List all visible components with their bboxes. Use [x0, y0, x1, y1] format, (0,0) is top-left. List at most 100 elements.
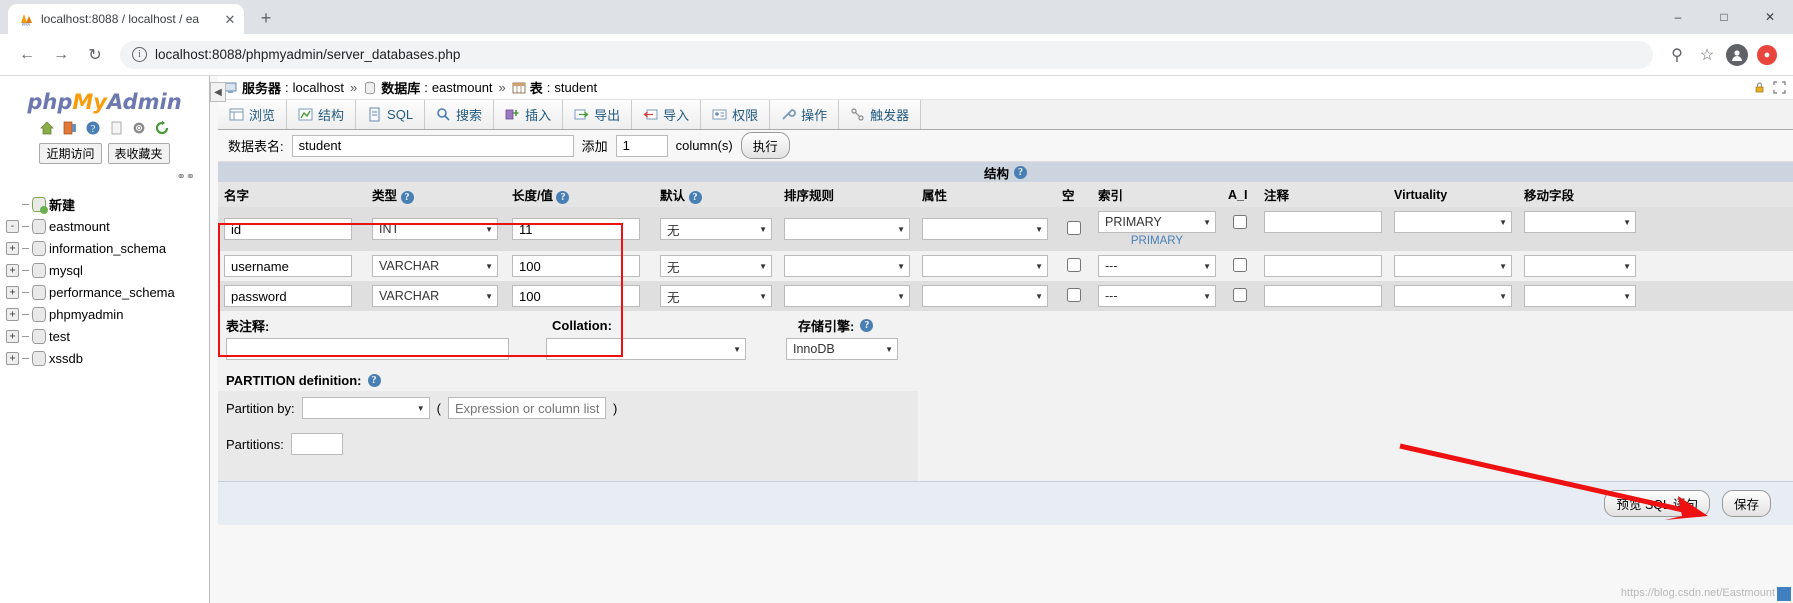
help-icon[interactable]: ? — [688, 191, 702, 204]
column-auto-increment-checkbox[interactable] — [1233, 215, 1247, 229]
storage-engine-select[interactable]: InnoDB ▼ — [786, 338, 898, 360]
column-comment-input[interactable] — [1264, 255, 1382, 277]
expand-expander-icon[interactable]: + — [6, 307, 19, 321]
expand-expander-icon[interactable]: + — [6, 241, 19, 255]
logout-icon[interactable] — [62, 120, 78, 136]
tab-insert[interactable]: 插入 — [494, 100, 564, 129]
reload-icon[interactable] — [154, 120, 170, 136]
column-name-input[interactable] — [224, 255, 352, 277]
column-comment-input[interactable] — [1264, 285, 1382, 307]
column-null-checkbox[interactable] — [1067, 257, 1081, 272]
move-column-select[interactable]: ▼ — [1524, 255, 1636, 277]
column-attributes-select[interactable]: ▼ — [922, 285, 1048, 307]
settings-icon[interactable] — [131, 120, 147, 136]
new-tab-button[interactable]: + — [252, 4, 280, 32]
back-arrow-icon[interactable]: ← — [12, 40, 42, 70]
column-length-input[interactable] — [512, 218, 640, 240]
breadcrumb-table-value[interactable]: student — [554, 80, 597, 95]
db-tree-item-new[interactable]: 新建 — [6, 193, 209, 215]
db-tree-item-information-schema[interactable]: + information_schema — [6, 237, 209, 259]
fullscreen-icon[interactable] — [1773, 80, 1787, 95]
extension-icon[interactable]: ● — [1753, 40, 1781, 70]
db-tree-item-phpmyadmin[interactable]: + phpmyadmin — [6, 303, 209, 325]
column-name-input[interactable] — [224, 218, 352, 240]
preview-sql-button[interactable]: 预览 SQL 语句 — [1604, 490, 1710, 517]
recent-tables-chip[interactable]: 近期访问 — [39, 143, 102, 164]
tab-browse[interactable]: 浏览 — [218, 100, 288, 129]
breadcrumb-database-value[interactable]: eastmount — [432, 80, 493, 95]
help-icon[interactable]: ? — [860, 319, 874, 332]
move-column-select[interactable]: ▼ — [1524, 285, 1636, 307]
db-tree-item-test[interactable]: + test — [6, 325, 209, 347]
info-circle-icon[interactable]: i — [132, 47, 147, 62]
column-index-select[interactable]: PRIMARY ▼ — [1098, 211, 1216, 233]
lock-icon[interactable] — [1753, 81, 1767, 95]
column-default-select[interactable]: 无 ▼ — [660, 218, 772, 240]
collapse-arrow-icon[interactable]: ◀ — [210, 82, 226, 102]
db-tree-item-eastmount[interactable]: - eastmount — [6, 215, 209, 237]
table-name-input[interactable] — [291, 134, 574, 157]
phpmyadmin-logo[interactable]: phpMyAdmin — [0, 90, 209, 114]
column-collation-select[interactable]: ▼ — [784, 218, 910, 240]
column-auto-increment-checkbox[interactable] — [1233, 287, 1247, 302]
db-tree-item-xssdb[interactable]: + xssdb — [6, 347, 209, 369]
column-type-select[interactable]: VARCHAR ▼ — [372, 285, 498, 307]
tab-triggers[interactable]: 触发器 — [839, 100, 922, 129]
tab-sql[interactable]: SQL — [356, 100, 426, 129]
go-button[interactable]: 执行 — [740, 132, 790, 159]
column-type-select[interactable]: INT ▼ — [372, 218, 498, 240]
address-bar[interactable]: i localhost:8088/phpmyadmin/server_datab… — [120, 40, 1653, 69]
column-index-select[interactable]: --- ▼ — [1098, 255, 1216, 277]
save-button[interactable]: 保存 — [1721, 490, 1771, 517]
help-icon[interactable]: ? — [1014, 165, 1027, 179]
reload-icon[interactable]: ↻ — [80, 40, 110, 70]
db-tree-item-performance-schema[interactable]: + performance_schema — [6, 281, 209, 303]
close-icon[interactable]: ✕ — [222, 11, 238, 27]
forward-arrow-icon[interactable]: → — [46, 40, 76, 70]
column-virtuality-select[interactable]: ▼ — [1394, 255, 1512, 277]
star-icon[interactable]: ☆ — [1693, 40, 1721, 70]
column-collation-select[interactable]: ▼ — [784, 285, 910, 307]
column-virtuality-select[interactable]: ▼ — [1394, 211, 1512, 233]
column-index-select[interactable]: --- ▼ — [1098, 285, 1216, 307]
tab-import[interactable]: 导入 — [632, 100, 702, 129]
tab-export[interactable]: 导出 — [563, 100, 633, 129]
column-length-input[interactable] — [512, 255, 640, 277]
favorite-tables-chip[interactable]: 表收藏夹 — [107, 143, 170, 164]
help-icon[interactable]: ? — [367, 374, 381, 387]
column-comment-input[interactable] — [1264, 211, 1382, 233]
browser-tab[interactable]: PMA localhost:8088 / localhost / ea ✕ — [8, 4, 244, 34]
tab-structure[interactable]: 结构 — [287, 100, 357, 129]
tab-operations[interactable]: 操作 — [770, 100, 840, 129]
profile-icon[interactable] — [1723, 40, 1751, 70]
help-icon[interactable]: ? — [85, 120, 101, 136]
home-icon[interactable] — [39, 120, 55, 136]
expand-expander-icon[interactable]: + — [6, 285, 19, 299]
partition-by-select[interactable]: ▼ — [301, 397, 430, 419]
column-virtuality-select[interactable]: ▼ — [1394, 285, 1512, 307]
collation-select[interactable]: ▼ — [546, 338, 746, 360]
docs-icon[interactable] — [108, 120, 124, 136]
breadcrumb-server-value[interactable]: localhost — [293, 80, 344, 95]
partitions-input[interactable] — [290, 433, 343, 455]
add-columns-input[interactable] — [615, 134, 668, 157]
column-default-select[interactable]: 无 ▼ — [660, 285, 772, 307]
db-tree-item-mysql[interactable]: + mysql — [6, 259, 209, 281]
column-attributes-select[interactable]: ▼ — [922, 255, 1048, 277]
table-comment-input[interactable] — [226, 338, 509, 360]
tab-search[interactable]: 搜索 — [425, 100, 495, 129]
column-length-input[interactable] — [512, 285, 640, 307]
column-null-checkbox[interactable] — [1067, 220, 1081, 235]
key-icon[interactable]: ⚲ — [1663, 40, 1691, 70]
expand-expander-icon[interactable]: + — [6, 351, 19, 365]
column-null-checkbox[interactable] — [1067, 287, 1081, 302]
tab-privileges[interactable]: 权限 — [701, 100, 771, 129]
close-icon[interactable]: ✕ — [1747, 0, 1793, 34]
column-name-input[interactable] — [224, 285, 352, 307]
maximize-icon[interactable]: □ — [1701, 0, 1747, 34]
expand-expander-icon[interactable]: + — [6, 329, 19, 343]
help-icon[interactable]: ? — [400, 191, 414, 204]
column-default-select[interactable]: 无 ▼ — [660, 255, 772, 277]
expand-expander-icon[interactable]: + — [6, 263, 19, 277]
column-type-select[interactable]: VARCHAR ▼ — [372, 255, 498, 277]
